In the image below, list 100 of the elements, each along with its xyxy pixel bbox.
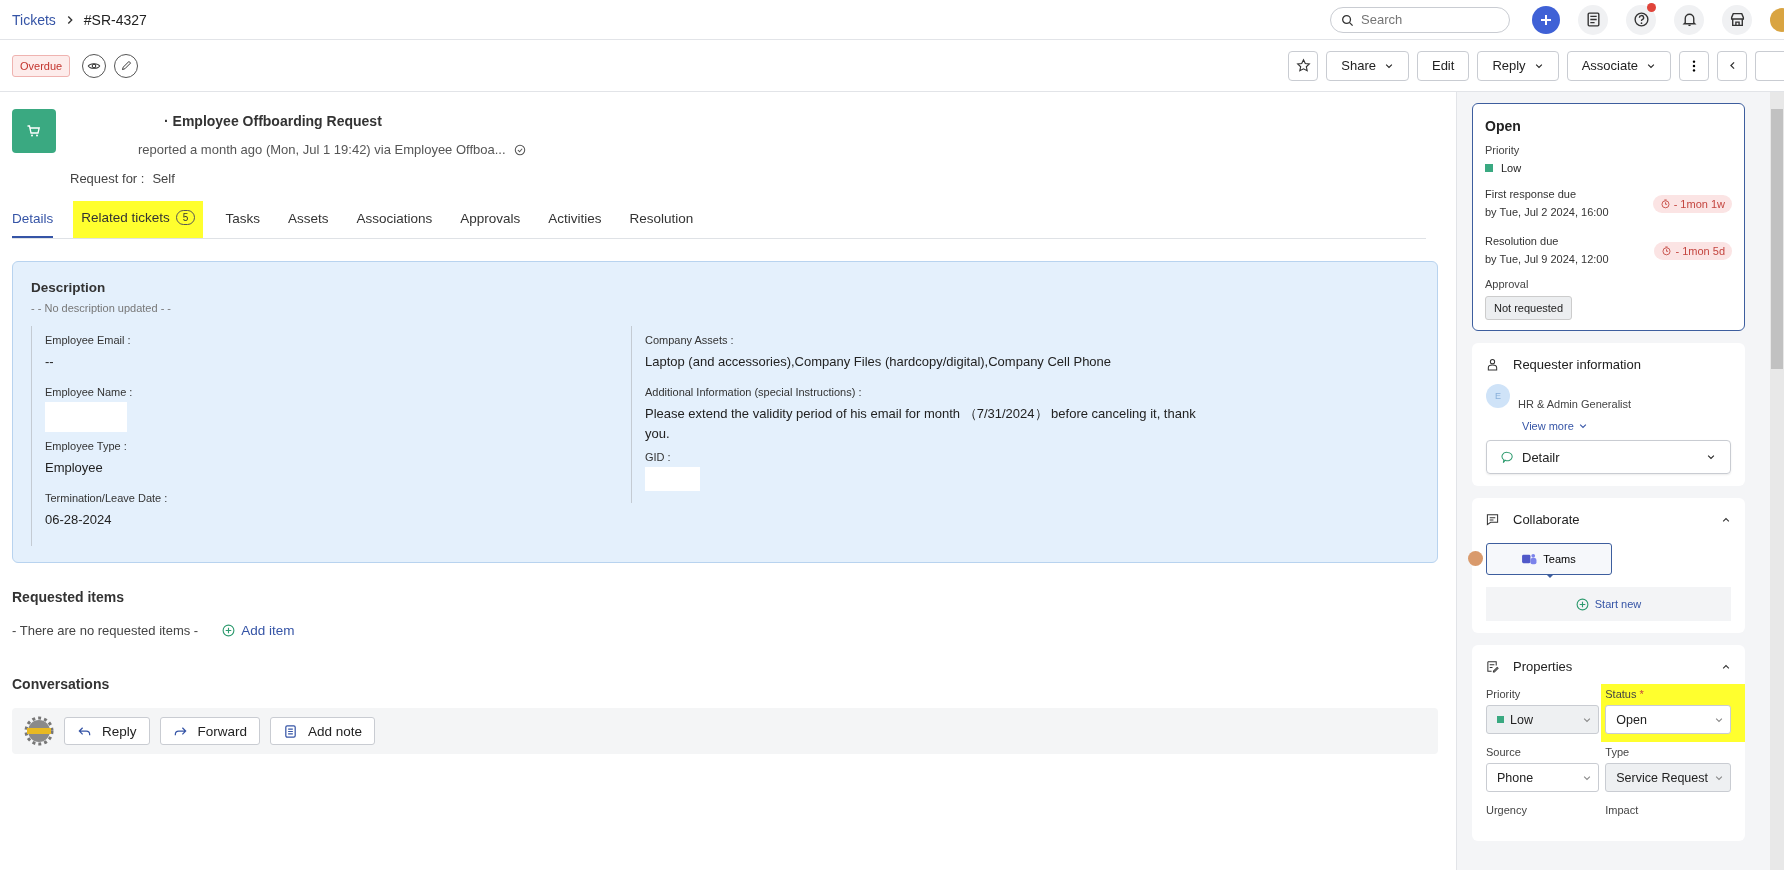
ticket-meta: reported a month ago (Mon, Jul 1 19:42) via Employee Offboa... [138,142,506,157]
pencil-icon [119,59,133,72]
help-button[interactable] [1626,4,1656,35]
star-button[interactable] [1288,50,1319,81]
store-button[interactable] [1722,4,1752,35]
tab[interactable]: Tasks [225,203,260,238]
overdue-badge: - 1mon 5d [1654,241,1732,260]
field-value: Please extend the validity period of his email for month （7/31/2024） before canceling it, thank you. [645,405,1197,443]
requester-avatar: E [1486,384,1510,409]
field-value: 06-28-2024 [45,511,113,529]
empty-note: - - No description updated - - [31,302,172,314]
status-tag: Overdue [12,54,71,77]
field-label: Priority [1486,688,1521,701]
tab[interactable]: Related tickets 5 [73,201,204,238]
field-label: Request for : [70,171,145,186]
search-field[interactable]: Search [1330,6,1510,33]
teams-button[interactable]: Teams [1486,543,1612,576]
timer-icon [1659,198,1671,210]
requester-dropdown[interactable]: Detailr [1486,440,1731,475]
toolbar-button[interactable]: Share [1326,50,1409,81]
watch-button[interactable] [82,53,107,78]
note-icon [283,723,299,739]
person-icon [1486,358,1499,372]
gear-avatar-icon [24,716,54,746]
field-label: Status [1605,688,1637,701]
select-field[interactable]: Open [1605,705,1731,735]
bell-icon [1680,11,1698,28]
help-icon [1632,11,1650,28]
field-label: Type [1605,746,1630,759]
tab[interactable]: Resolution [629,203,694,238]
field-value: Self [152,171,175,186]
star-icon [1295,58,1311,73]
requester-role: HR & Admin Generalist [1518,398,1632,411]
card-title: Requester information [1513,357,1641,373]
priority-value: Low [1501,162,1522,174]
bell-button[interactable] [1674,4,1704,35]
edit-icon-button[interactable] [114,53,139,78]
toolbar-button[interactable]: Reply [1477,50,1559,81]
tab[interactable]: Associations [356,203,433,238]
ticket-title: · Employee Offboarding Request [164,113,383,129]
card-title: Collaborate [1513,512,1580,528]
overdue-badge: - 1mon 1w [1652,194,1732,213]
view-more-link[interactable]: View more [1522,420,1731,433]
field-label: Priority [1485,144,1521,156]
toolbar-button[interactable]: Associate [1566,50,1671,81]
redacted-block [645,467,700,491]
tab[interactable]: Assets [287,203,329,238]
start-new-button[interactable]: Start new [1486,587,1731,622]
comment-icon [1486,513,1499,527]
field-label: Additional Information (special Instructions) : [645,386,863,398]
field-value: -- [45,353,55,371]
add-item-link[interactable]: Add item [222,623,295,638]
document-list-icon [1584,11,1602,28]
due-date: by Tue, Jul 9 2024, 12:00 [1485,251,1609,267]
toolbar-button[interactable]: Edit [1416,50,1470,81]
field-label: GID : [645,451,672,463]
section-title: Conversations [12,676,111,692]
tab[interactable]: Approvals [460,203,521,238]
field-value: Laptop (and accessories),Company Files (hardcopy/digital),Company Cell Phone [645,353,1113,371]
empty-note: - There are no requested items - [12,623,199,638]
store-icon [1728,11,1746,28]
plus-circle-icon [222,624,236,637]
scrollbar[interactable] [1770,92,1784,870]
card-title: Properties [1513,659,1573,675]
cursor-dot [1468,551,1483,567]
conversation-button[interactable]: Add note [270,717,376,745]
due-label: First response due [1485,187,1578,202]
conversation-button[interactable]: Reply [64,717,150,745]
status-title: Open [1485,118,1522,134]
due-label: Resolution due [1485,234,1560,250]
breadcrumb-link[interactable]: Tickets [12,11,56,28]
field-value: Employee [45,459,104,477]
field-label: Company Assets : [645,334,735,346]
edit-list-icon [1486,660,1499,674]
conversation-button[interactable]: Forward [159,717,261,745]
ticket-id: #SR-4327 [83,11,147,28]
select-field[interactable]: Phone [1486,763,1600,793]
check-circle-icon [513,143,526,156]
tab[interactable]: Details [12,203,54,238]
field-label: Employee Name : [45,386,134,398]
field-label: Termination/Leave Date : [45,492,169,504]
cart-icon [26,123,42,139]
section-title: Requested items [12,589,126,605]
due-date: by Tue, Jul 2 2024, 16:00 [1485,204,1609,220]
field-label: Urgency [1486,804,1528,817]
section-title: Description [31,280,107,295]
field-label: Impact [1605,804,1640,817]
field-label: Employee Type : [45,440,128,452]
approval-status: Not requested [1485,296,1573,321]
notification-dot [1647,2,1656,12]
field-label: Employee Email : [45,334,132,346]
plus-icon [1539,12,1553,27]
field-label: Source [1486,746,1521,759]
timer-icon [1661,245,1673,257]
chat-bubble-icon [1501,450,1514,464]
teams-logo-icon [1522,552,1538,566]
tab[interactable]: Activities [548,203,602,238]
document-list-button[interactable] [1578,4,1608,35]
add-button[interactable] [1532,5,1560,34]
plus-circle-icon [1575,597,1589,611]
